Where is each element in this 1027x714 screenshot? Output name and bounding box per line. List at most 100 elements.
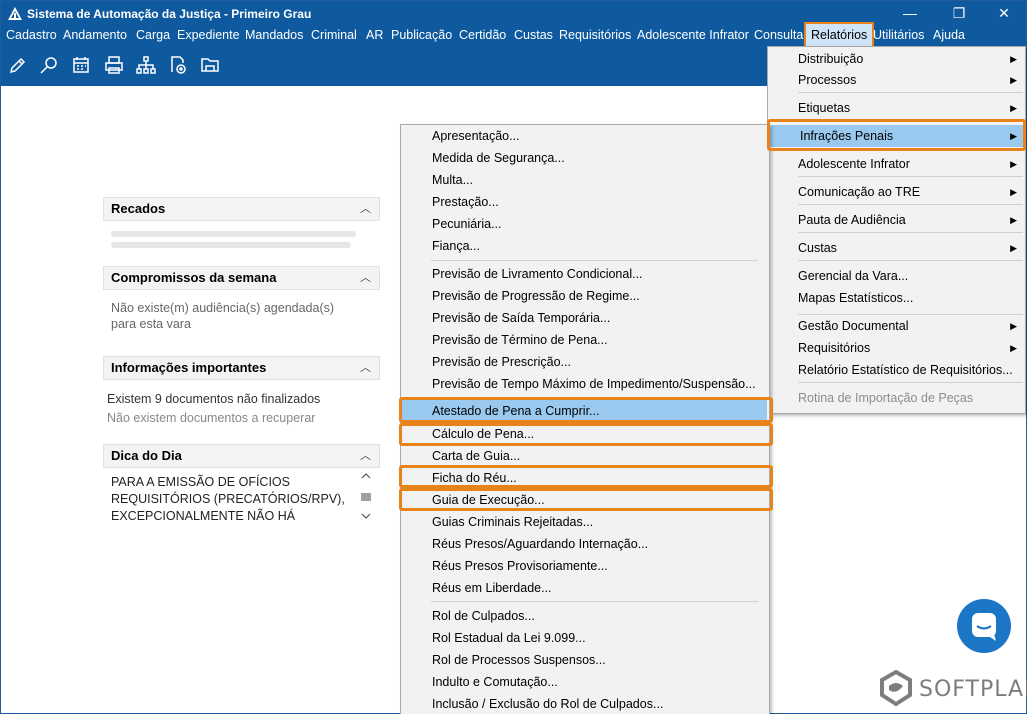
add-document-icon[interactable] [168, 55, 188, 75]
menu-relatorios[interactable]: Relatórios [804, 22, 875, 48]
menu-item-mapas-estatísticos[interactable]: Mapas Estatísticos... [768, 287, 1023, 309]
menu-mandados[interactable]: Mandados [245, 26, 303, 46]
menu-item-multa[interactable]: Multa... [401, 169, 767, 191]
menu-item-label: Rol de Culpados... [432, 609, 535, 623]
chat-button[interactable] [957, 599, 1011, 653]
menu-item-adolescente-infrator[interactable]: Adolescente Infrator ▶ [768, 153, 1023, 175]
collapse-icon[interactable]: ︿ [360, 357, 371, 379]
menu-item-previsão-de-progressão-de-regime[interactable]: Previsão de Progressão de Regime... [401, 285, 767, 307]
menu-item-custas[interactable]: Custas ▶ [768, 237, 1023, 259]
menu-item-gestão-documental[interactable]: Gestão Documental ▶ [768, 315, 1023, 337]
menu-item-inclusão-exclusão-do-rol-de-culpados[interactable]: Inclusão / Exclusão do Rol de Culpados..… [401, 693, 767, 714]
menu-item-label: Pauta de Audiência [798, 213, 906, 227]
search-document-icon[interactable] [39, 55, 59, 75]
edit-icon[interactable] [8, 55, 28, 75]
menu-publicacao[interactable]: Publicação [391, 26, 452, 46]
menu-item-label: Multa... [432, 173, 473, 187]
menu-item-guias-criminais-rejeitadas[interactable]: Guias Criminais Rejeitadas... [401, 511, 767, 533]
menu-ajuda[interactable]: Ajuda [933, 26, 965, 46]
menu-item-ficha-do-réu[interactable]: Ficha do Réu... [401, 467, 767, 489]
menu-separator [798, 92, 1023, 93]
menu-item-relatório-estatístico-de-requisitórios[interactable]: Relatório Estatístico de Requisitórios..… [768, 359, 1023, 381]
menu-utilitarios[interactable]: Utilitários [873, 26, 924, 46]
informacoes-title: Informações importantes [111, 360, 267, 375]
minimize-button[interactable]: — [887, 1, 933, 26]
menu-item-label: Etiquetas [798, 101, 851, 115]
menu-item-comunicação-ao-tre[interactable]: Comunicação ao TRE ▶ [768, 181, 1023, 203]
org-chart-icon[interactable] [136, 55, 156, 75]
submenu-arrow-icon: ▶ [1010, 187, 1017, 197]
menu-cadastro[interactable]: Cadastro [6, 26, 57, 46]
menu-requisitorios[interactable]: Requisitórios [559, 26, 631, 46]
menu-item-label: Atestado de Pena a Cumprir... [432, 404, 600, 418]
menu-item-label: Previsão de Tempo Máximo de Impedimento/… [432, 377, 756, 391]
menu-item-rol-de-processos-suspensos[interactable]: Rol de Processos Suspensos... [401, 649, 767, 671]
menu-item-fiança[interactable]: Fiança... [401, 235, 767, 257]
printer-icon[interactable] [104, 55, 124, 75]
dica-scrollbar[interactable] [358, 469, 374, 527]
informacoes-text: Existem 9 documentos não finalizados Não… [107, 390, 320, 428]
menu-item-réus-em-liberdade[interactable]: Réus em Liberdade... [401, 577, 767, 599]
menu-item-cálculo-de-pena[interactable]: Cálculo de Pena... [401, 423, 767, 445]
menu-custas[interactable]: Custas [514, 26, 553, 46]
menu-item-label: Rol Estadual da Lei 9.099... [432, 631, 586, 645]
calendar-icon[interactable] [71, 55, 91, 75]
menu-separator [798, 120, 1023, 121]
menu-item-previsão-de-livramento-condicional[interactable]: Previsão de Livramento Condicional... [401, 263, 767, 285]
documentos-nao-finalizados-link[interactable]: Existem 9 documentos não finalizados [107, 390, 320, 409]
menu-item-label: Réus Presos Provisoriamente... [432, 559, 608, 573]
menu-item-apresentação[interactable]: Apresentação... [401, 125, 767, 147]
menu-item-label: Rol de Processos Suspensos... [432, 653, 606, 667]
menu-criminal[interactable]: Criminal [311, 26, 357, 46]
recados-header[interactable]: Recados ︿ [103, 197, 380, 221]
menu-item-previsão-de-término-de-pena[interactable]: Previsão de Término de Pena... [401, 329, 767, 351]
menu-item-medida-de-segurança[interactable]: Medida de Segurança... [401, 147, 767, 169]
menu-item-label: Medida de Segurança... [432, 151, 565, 165]
collapse-icon[interactable]: ︿ [360, 267, 371, 289]
menu-item-pecuniária[interactable]: Pecuniária... [401, 213, 767, 235]
menu-item-label: Réus em Liberdade... [432, 581, 552, 595]
folder-icon[interactable] [200, 55, 220, 75]
menu-item-previsão-de-tempo-máximo-de-impedimento-suspensão[interactable]: Previsão de Tempo Máximo de Impedimento/… [401, 373, 767, 395]
dica-header[interactable]: Dica do Dia ︿ [103, 444, 380, 468]
menu-expediente[interactable]: Expediente [177, 26, 240, 46]
menu-separator [798, 232, 1023, 233]
menu-item-prestação[interactable]: Prestação... [401, 191, 767, 213]
menu-item-previsão-de-prescrição[interactable]: Previsão de Prescrição... [401, 351, 767, 373]
informacoes-header[interactable]: Informações importantes ︿ [103, 356, 380, 380]
menu-item-infrações-penais[interactable]: Infrações Penais ▶ [770, 125, 1023, 147]
close-button[interactable]: ✕ [981, 1, 1027, 26]
menu-item-réus-presos-aguardando-internação[interactable]: Réus Presos/Aguardando Internação... [401, 533, 767, 555]
menu-item-requisitórios[interactable]: Requisitórios ▶ [768, 337, 1023, 359]
menu-item-etiquetas[interactable]: Etiquetas ▶ [768, 97, 1023, 119]
menu-item-previsão-de-saída-temporária[interactable]: Previsão de Saída Temporária... [401, 307, 767, 329]
menu-item-pauta-de-audiência[interactable]: Pauta de Audiência ▶ [768, 209, 1023, 231]
menu-item-processos[interactable]: Processos ▶ [768, 69, 1023, 91]
menu-certidao[interactable]: Certidão [459, 26, 506, 46]
menu-item-carta-de-guia[interactable]: Carta de Guia... [401, 445, 767, 467]
menu-item-réus-presos-provisoriamente[interactable]: Réus Presos Provisoriamente... [401, 555, 767, 577]
restore-button[interactable]: ❐ [936, 1, 982, 26]
menu-ar[interactable]: AR [366, 26, 383, 46]
menu-item-rol-de-culpados[interactable]: Rol de Culpados... [401, 605, 767, 627]
menu-item-label: Comunicação ao TRE [798, 185, 921, 199]
compromissos-header[interactable]: Compromissos da semana ︿ [103, 266, 380, 290]
menu-item-label: Réus Presos/Aguardando Internação... [432, 537, 649, 551]
collapse-icon[interactable]: ︿ [360, 445, 371, 467]
menu-separator [798, 260, 1023, 261]
menu-consulta[interactable]: Consulta [754, 26, 803, 46]
menu-item-gerencial-da-vara[interactable]: Gerencial da Vara... [768, 265, 1023, 287]
menu-separator [798, 204, 1023, 205]
menu-item-indulto-e-comutação[interactable]: Indulto e Comutação... [401, 671, 767, 693]
dica-line: EXCEPCIONALMENTE NÃO HÁ [111, 509, 296, 523]
menu-item-label: Custas [798, 241, 837, 255]
menu-item-distribuição[interactable]: Distribuição ▶ [768, 48, 1023, 70]
menu-separator [431, 260, 758, 261]
menu-item-atestado-de-pena-a-cumprir[interactable]: Atestado de Pena a Cumprir... [401, 400, 767, 422]
menu-andamento[interactable]: Andamento [63, 26, 127, 46]
collapse-icon[interactable]: ︿ [360, 198, 371, 220]
menu-adolescente-infrator[interactable]: Adolescente Infrator [637, 26, 749, 46]
menu-item-guia-de-execução[interactable]: Guia de Execução... [401, 489, 767, 511]
menu-item-rol-estadual-da-lei-9-099[interactable]: Rol Estadual da Lei 9.099... [401, 627, 767, 649]
menu-carga[interactable]: Carga [136, 26, 170, 46]
